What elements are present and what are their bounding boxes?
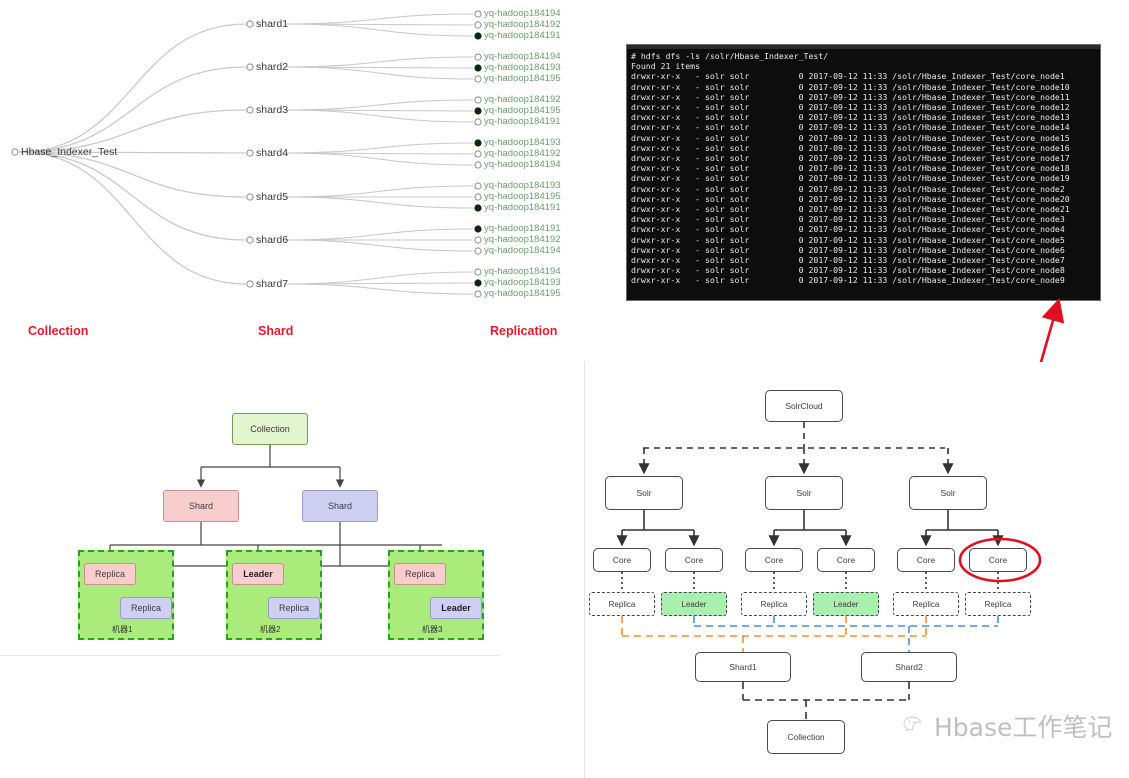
tree-replica-node[interactable]: yq-hadoop184191 [484,224,561,234]
tree-root-collection-node[interactable]: Hbase_Indexer_Test [21,147,117,158]
br-shard1-box[interactable]: Shard1 [695,652,791,682]
tree-replica-node[interactable]: yq-hadoop184194 [484,246,561,256]
tree-shard-node-6[interactable]: shard6 [256,235,288,246]
br-core-box-6[interactable]: Core [969,548,1027,572]
tree-replica-node[interactable]: yq-hadoop184194 [484,267,561,277]
tree-replica-node[interactable]: yq-hadoop184192 [484,235,561,245]
tree-replica-node[interactable]: yq-hadoop184192 [484,149,561,159]
terminal-output: # hdfs dfs -ls /solr/Hbase_Indexer_Test/… [631,51,1070,286]
tree-caption-shard: Shard [258,324,294,338]
br-solr-node-3[interactable]: Solr [909,476,987,510]
machine-label-2: 机器2 [260,625,281,634]
bl-collection-box[interactable]: Collection [232,413,308,445]
solr-collection-tree-panel: Hbase_Indexer_Test shard1 shard2 shard3 shar… [0,0,600,360]
tree-replica-node[interactable]: yq-hadoop184193 [484,181,561,191]
tree-replica-node[interactable]: yq-hadoop184193 [484,138,561,148]
tree-replica-node[interactable]: yq-hadoop184192 [484,95,561,105]
tree-replica-node[interactable]: yq-hadoop184192 [484,20,561,30]
tree-replica-node[interactable]: yq-hadoop184194 [484,9,561,19]
tree-replica-node[interactable]: yq-hadoop184191 [484,117,561,127]
br-replica-box-5[interactable]: Replica [893,592,959,616]
br-replica-box-3[interactable]: Replica [741,592,807,616]
tree-replica-node[interactable]: yq-hadoop184193 [484,63,561,73]
tree-shard-node-5[interactable]: shard5 [256,192,288,203]
br-core-box-3[interactable]: Core [745,548,803,572]
br-shard2-box[interactable]: Shard2 [861,652,957,682]
br-replica-box-2[interactable]: Leader [661,592,727,616]
br-solrcloud-box[interactable]: SolrCloud [765,390,843,422]
bl-baseline-divider [0,655,500,656]
machine-label-1: 机器1 [112,625,133,634]
tree-shard-node-1[interactable]: shard1 [256,19,288,30]
bl-replica-box-3[interactable]: Leader [232,563,284,585]
bl-replica-box-1[interactable]: Replica [84,563,136,585]
tree-caption-replication: Replication [490,324,558,338]
watermark: Hbase工作笔记 [903,708,1112,744]
bl-shard-box-left[interactable]: Shard [163,490,239,522]
br-core-box-4[interactable]: Core [817,548,875,572]
bl-replica-box-5[interactable]: Replica [394,563,446,585]
tree-replica-node[interactable]: yq-hadoop184195 [484,289,561,299]
tree-replica-node[interactable]: yq-hadoop184191 [484,203,561,213]
tree-replica-node[interactable]: yq-hadoop184194 [484,160,561,170]
br-solr-node-2[interactable]: Solr [765,476,843,510]
tree-replica-node[interactable]: yq-hadoop184195 [484,106,561,116]
br-replica-box-4[interactable]: Leader [813,592,879,616]
hdfs-terminal-window[interactable]: # hdfs dfs -ls /solr/Hbase_Indexer_Test/… [626,44,1101,301]
bl-replica-box-2[interactable]: Replica [120,597,172,619]
collection-shard-replica-diagram: 机器1 机器2 机器3 Collection Shard Shard Replica Repl… [0,362,585,662]
br-core-box-1[interactable]: Core [593,548,651,572]
tree-shard-node-7[interactable]: shard7 [256,279,288,290]
tree-replica-node[interactable]: yq-hadoop184194 [484,52,561,62]
wechat-icon [903,716,922,732]
bl-shard-box-right[interactable]: Shard [302,490,378,522]
br-core-box-5[interactable]: Core [897,548,955,572]
br-replica-box-1[interactable]: Replica [589,592,655,616]
tree-shard-node-4[interactable]: shard4 [256,148,288,159]
br-replica-box-6[interactable]: Replica [965,592,1031,616]
bl-replica-box-6[interactable]: Leader [430,597,482,619]
tree-replica-node[interactable]: yq-hadoop184195 [484,74,561,84]
tree-replica-node[interactable]: yq-hadoop184193 [484,278,561,288]
machine-label-3: 机器3 [422,625,443,634]
bl-replica-box-4[interactable]: Replica [268,597,320,619]
tree-replica-node[interactable]: yq-hadoop184195 [484,192,561,202]
tree-shard-node-3[interactable]: shard3 [256,105,288,116]
tree-replica-node[interactable]: yq-hadoop184191 [484,31,561,41]
br-collection-box[interactable]: Collection [767,720,845,754]
watermark-text: Hbase工作笔记 [934,713,1113,742]
br-core-box-2[interactable]: Core [665,548,723,572]
tree-shard-node-2[interactable]: shard2 [256,62,288,73]
tree-caption-collection: Collection [28,324,89,338]
br-solr-node-1[interactable]: Solr [605,476,683,510]
